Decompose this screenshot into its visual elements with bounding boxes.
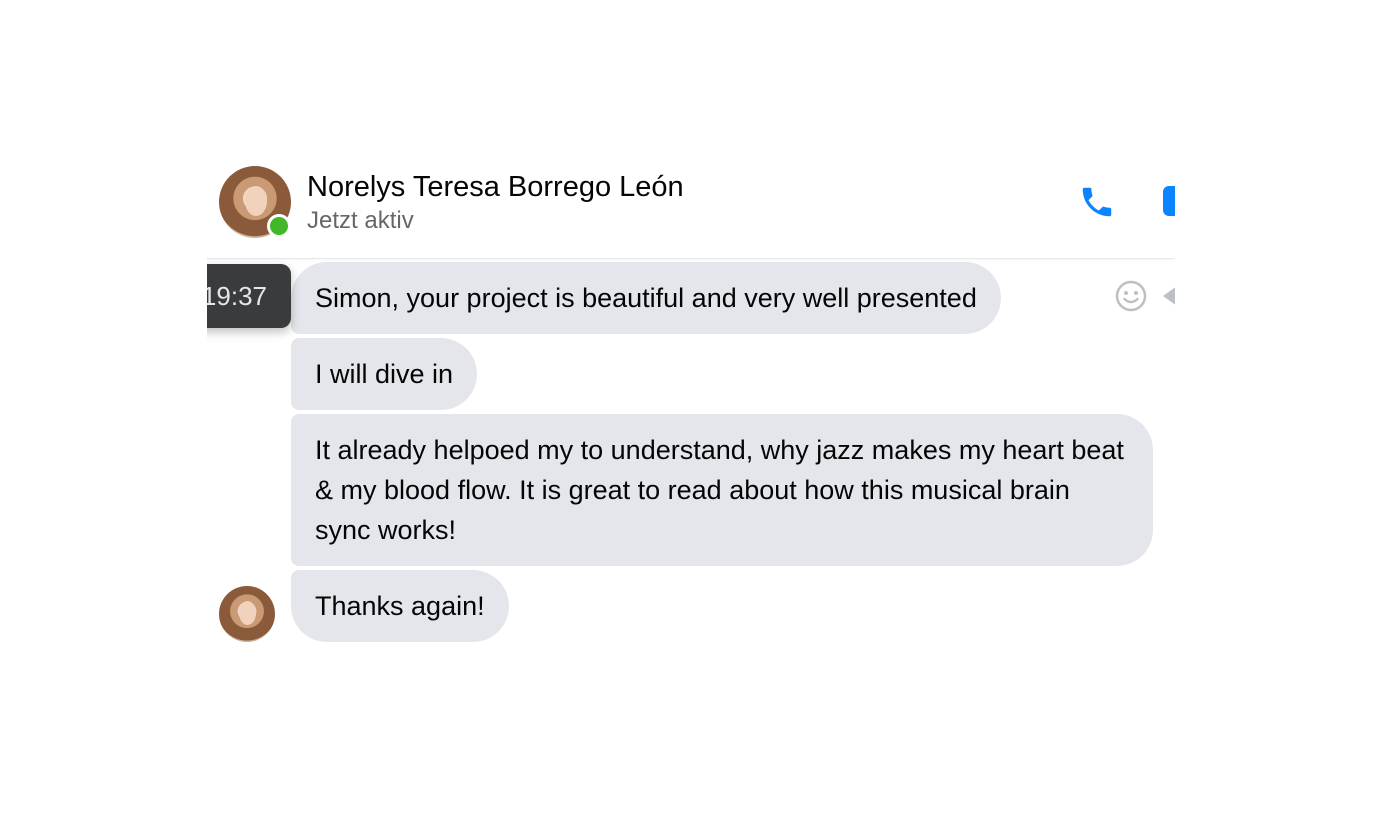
active-status-dot (267, 214, 291, 238)
contact-name[interactable]: Norelys Teresa Borrego León (307, 170, 684, 204)
sender-avatar (219, 586, 275, 642)
message-bubble[interactable]: I will dive in (291, 338, 478, 410)
chat-window: Norelys Teresa Borrego León Jetzt aktiv … (207, 140, 1175, 670)
avatar-face (239, 601, 256, 625)
reply-button[interactable] (1161, 284, 1175, 308)
message-bubble[interactable]: Simon, your project is beautiful and ver… (291, 262, 1001, 334)
audio-call-button[interactable] (1075, 180, 1119, 224)
contact-status: Jetzt aktiv (307, 207, 414, 234)
react-button[interactable] (1113, 278, 1149, 314)
video-camera-icon (1163, 186, 1175, 216)
timestamp-tooltip: 19:37 (207, 264, 291, 328)
smiley-icon (1115, 280, 1147, 312)
video-call-button[interactable] (1157, 180, 1175, 224)
avatar-face (245, 186, 267, 216)
phone-icon (1082, 187, 1112, 217)
conversation-header: Norelys Teresa Borrego León Jetzt aktiv (207, 140, 1175, 259)
message-bubble[interactable]: It already helpoed my to understand, why… (291, 414, 1153, 566)
message-list: Simon, your project is beautiful and ver… (207, 260, 1175, 670)
reply-arrow-icon (1163, 287, 1175, 305)
message-bubble[interactable]: Thanks again! (291, 570, 509, 642)
